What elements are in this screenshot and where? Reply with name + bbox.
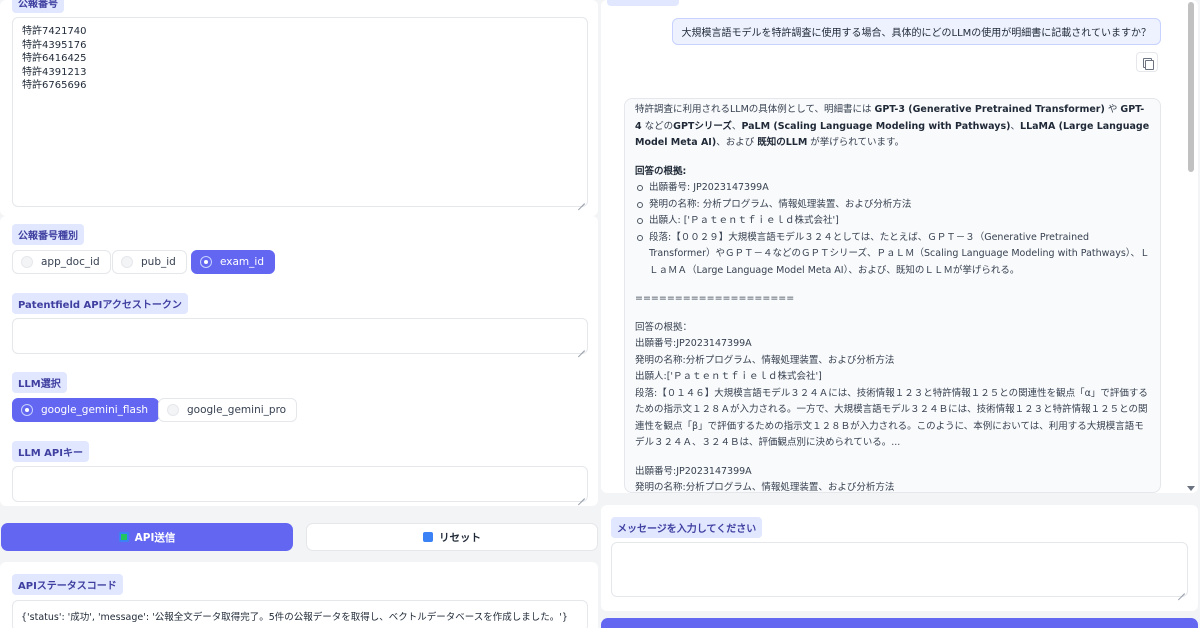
llm-label: LLM選択 [12,372,67,393]
list-item: 出願番号: JP2023147399A [635,180,1150,197]
radio-dot-icon [200,256,212,268]
llm-key-label: LLM APIキー [12,441,89,462]
basis3-line: 出願番号:JP2023147399A [635,464,1150,481]
pub-number-text: 特許7421740 特許4395176 特許6416425 特許4391213 … [13,18,587,100]
id-type-label: 公報番号種別 [12,224,84,245]
id-type-panel: 公報番号種別 app_doc_id pub_id exam_id Patentf… [0,216,598,506]
message-label: メッセージを入力してください [611,517,762,538]
pub-number-textarea[interactable]: 特許7421740 特許4395176 特許6416425 特許4391213 … [12,17,588,207]
radio-label: google_gemini_pro [187,404,286,416]
radio-dot-icon [21,256,33,268]
radio-dot-icon [21,404,33,416]
radio-label: exam_id [220,256,264,268]
separator: ==================== [635,291,1150,308]
scroll-down-icon[interactable] [1187,486,1195,491]
list-item: 段落:【００２９】大規模言語モデル３２４としては、たとえば、ＧＰＴ－３（Gene… [635,230,1150,280]
radio-pub-id[interactable]: pub_id [112,250,187,274]
basis-list: 出願番号: JP2023147399A 発明の名称: 分析プログラム、情報処理装… [635,180,1150,279]
radio-app-doc-id[interactable]: app_doc_id [12,250,111,274]
reset-icon [423,532,433,542]
basis3-line: 発明の名称:分析プログラム、情報処理装置、および分析方法 [635,480,1150,493]
api-send-label: API送信 [135,530,176,545]
chatbot-tag [607,0,679,6]
user-message: 大規模言語モデルを特許調査に使用する場合、具体的にどのLLMの使用が明細書に記載… [672,18,1161,45]
radio-label: pub_id [141,256,176,268]
message-input[interactable] [611,542,1188,597]
basis-heading: 回答の根拠: [635,164,1150,181]
radio-google-gemini-pro[interactable]: google_gemini_pro [158,398,297,422]
basis2-line: 出願番号:JP2023147399A [635,336,1150,353]
resize-handle-icon[interactable] [577,491,585,499]
bot-message: 特許調査に利用されるLLMの具体例として、明細書には GPT-3 (Genera… [624,98,1161,493]
token-input[interactable] [12,318,588,354]
copy-icon[interactable] [1136,52,1158,72]
chat-scrollbar[interactable] [1186,0,1196,493]
radio-label: app_doc_id [41,256,100,268]
radio-exam-id[interactable]: exam_id [191,250,275,274]
send-icon [119,532,129,542]
api-send-button[interactable]: API送信 [1,523,293,551]
reset-label: リセット [439,530,481,545]
bot-intro: 特許調査に利用されるLLMの具体例として、明細書には GPT-3 (Genera… [635,102,1150,152]
basis2-line: 出願人:['Ｐａｔｅｎｔｆｉｅｌｄ株式会社'] [635,369,1150,386]
scroll-thumb[interactable] [1188,2,1194,172]
message-panel: メッセージを入力してください [601,505,1198,611]
status-label: APIステータスコード [12,574,123,595]
radio-dot-icon [121,256,133,268]
radio-label: google_gemini_flash [41,404,148,416]
list-item: 出願人: ['Ｐａｔｅｎｔｆｉｅｌｄ株式会社'] [635,213,1150,230]
llm-key-input[interactable] [12,466,588,502]
status-panel: APIステータスコード {'status': '成功', 'message': … [0,562,598,628]
submit-button[interactable] [601,618,1198,628]
pub-number-label: 公報番号 [12,0,64,13]
radio-google-gemini-flash[interactable]: google_gemini_flash [12,398,159,422]
basis2-line: 発明の名称:分析プログラム、情報処理装置、および分析方法 [635,353,1150,370]
reset-button[interactable]: リセット [306,523,598,551]
token-label: Patentfield APIアクセストークン [12,293,188,314]
resize-handle-icon[interactable] [577,196,585,204]
status-output: {'status': '成功', 'message': '公報全文データ取得完了… [12,600,588,628]
resize-handle-icon[interactable] [1177,586,1185,594]
basis2-heading: 回答の根拠： [635,320,1150,337]
pub-number-panel: 公報番号 特許7421740 特許4395176 特許6416425 特許439… [0,0,598,216]
basis2-line: 段落:【０１４６】大規模言語モデル３２４Ａには、技術情報１２３と特許情報１２５と… [635,386,1150,452]
resize-handle-icon[interactable] [577,343,585,351]
radio-dot-icon [167,404,179,416]
list-item: 発明の名称: 分析プログラム、情報処理装置、および分析方法 [635,197,1150,214]
